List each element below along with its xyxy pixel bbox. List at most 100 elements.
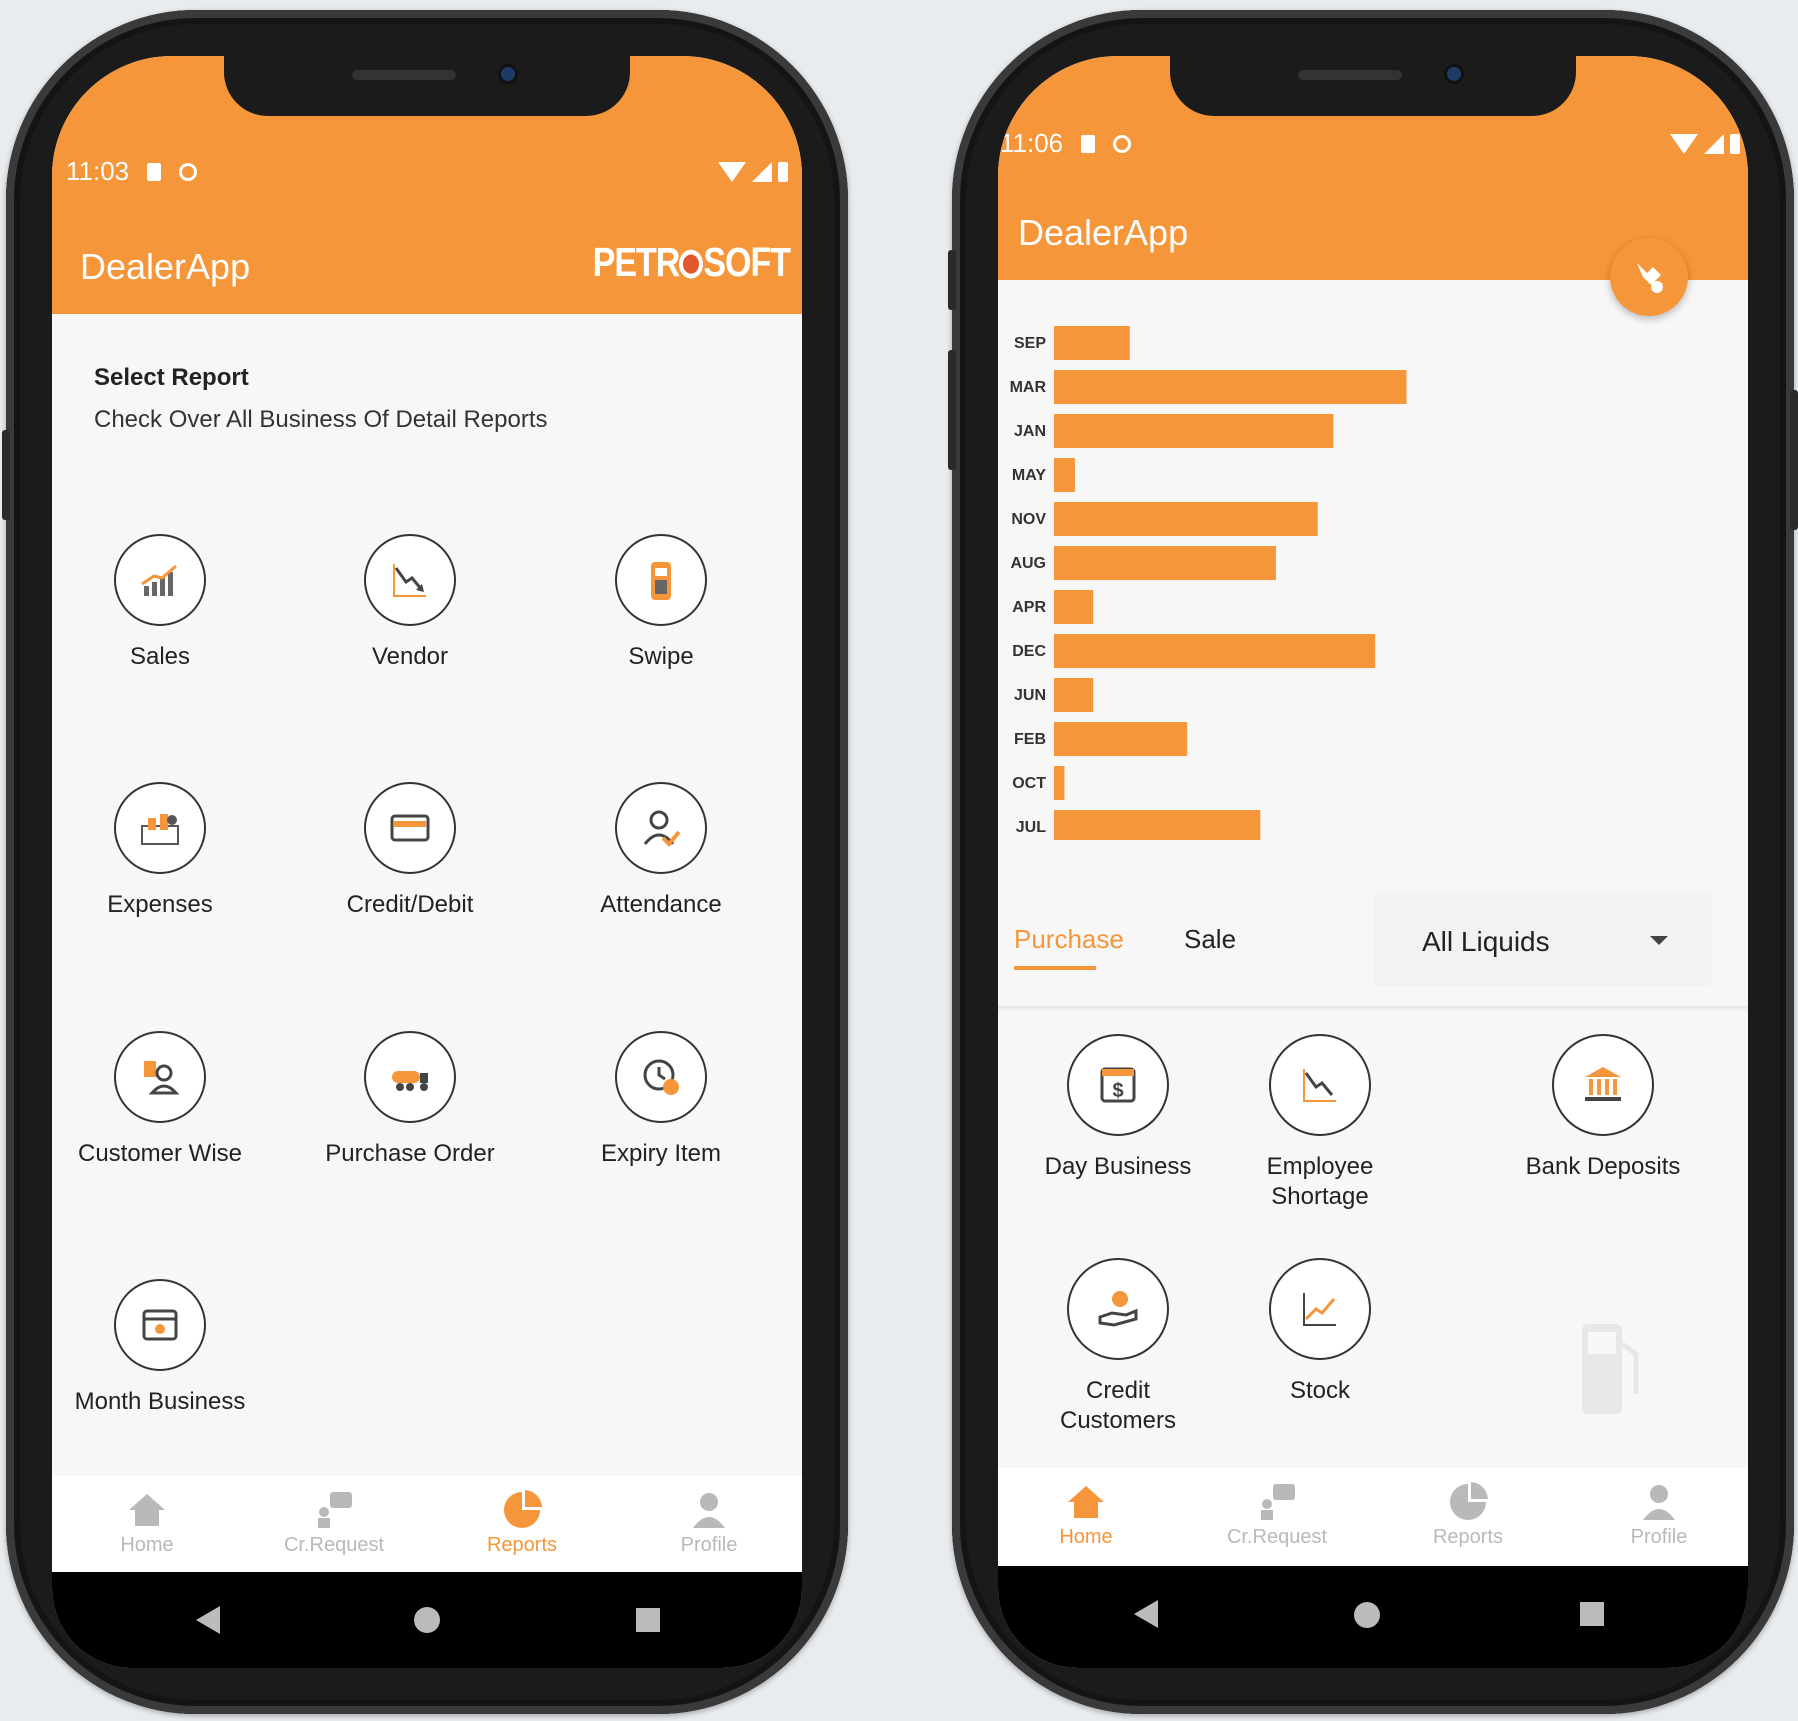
sim-icon bbox=[147, 162, 162, 181]
bar-jun[interactable] bbox=[1054, 678, 1094, 712]
report-purchase-order[interactable]: Purchase Order bbox=[290, 1031, 530, 1169]
bottom-navigation: Home Cr.Request Reports Profile bbox=[998, 1468, 1748, 1566]
right-phone-frame: 11:06 DealerApp SEP MAR JAN MAY NOV AUG APR DEC… bbox=[948, 10, 1798, 1714]
vendor-trend-icon bbox=[393, 564, 426, 597]
tile-credit-customers[interactable]: Credit Customers bbox=[1050, 1258, 1186, 1436]
report-expenses[interactable]: Expenses bbox=[52, 782, 280, 920]
status-bar: 11:03 bbox=[66, 156, 198, 187]
bar-sep[interactable] bbox=[1054, 326, 1130, 360]
recent-apps-icon[interactable] bbox=[1580, 1602, 1604, 1626]
back-icon[interactable] bbox=[196, 1606, 220, 1634]
tile-employee-shortage[interactable]: Employee Shortage bbox=[1240, 1034, 1400, 1212]
nav-reports[interactable]: Reports bbox=[1388, 1480, 1548, 1549]
bar-may[interactable] bbox=[1054, 458, 1075, 492]
person-icon bbox=[693, 1493, 725, 1528]
status-icons bbox=[718, 162, 788, 182]
nav-label: Reports bbox=[486, 1534, 558, 1556]
report-expiry-item[interactable]: Expiry Item bbox=[541, 1031, 781, 1169]
home-circle-icon[interactable] bbox=[414, 1607, 440, 1633]
bar-apr[interactable] bbox=[1054, 590, 1094, 624]
tile-stock[interactable]: Stock bbox=[1240, 1258, 1400, 1406]
divider bbox=[998, 1006, 1748, 1012]
chart-canvas: SEPMARJANMAYNOVAUGAPRDECJUNFEBOCTJUL320,… bbox=[1010, 326, 1407, 840]
sync-icon bbox=[179, 162, 198, 181]
category-label: MAR bbox=[1010, 379, 1047, 396]
category-label: SEP bbox=[1014, 335, 1046, 352]
customer-icon bbox=[144, 1061, 180, 1095]
bar-nov[interactable] bbox=[1054, 502, 1318, 536]
card-machine-icon bbox=[651, 562, 671, 600]
sales-chart-icon bbox=[141, 564, 177, 596]
bar-aug[interactable] bbox=[1054, 546, 1276, 580]
tile-bank-deposits[interactable]: Bank Deposits bbox=[1483, 1034, 1723, 1182]
sync-icon bbox=[1113, 134, 1132, 153]
category-label: AUG bbox=[1010, 555, 1046, 572]
purchase-bar-chart: SEPMARJANMAYNOVAUGAPRDECJUNFEBOCTJUL320,… bbox=[998, 310, 1748, 840]
system-nav-bar bbox=[998, 1566, 1748, 1668]
nav-label: Profile bbox=[680, 1534, 738, 1556]
expenses-icon bbox=[141, 814, 179, 845]
report-customer-wise[interactable]: Customer Wise bbox=[52, 1031, 280, 1169]
bar-dec[interactable] bbox=[1054, 634, 1376, 668]
signal-icon bbox=[1704, 134, 1724, 154]
report-label: Swipe bbox=[628, 643, 694, 670]
liquid-type-dropdown[interactable]: All Liquids bbox=[1374, 892, 1712, 986]
nav-label: Home bbox=[120, 1534, 174, 1556]
chevron-down-icon bbox=[1650, 936, 1668, 945]
wifi-icon bbox=[1670, 134, 1698, 154]
phone-side-button bbox=[948, 250, 956, 310]
status-time: 11:03 bbox=[66, 156, 130, 186]
nav-home[interactable]: Home bbox=[67, 1488, 227, 1557]
category-label: APR bbox=[1012, 599, 1046, 616]
tab-purchase[interactable]: Purchase bbox=[1014, 924, 1124, 955]
chat-person-icon bbox=[1261, 1484, 1295, 1520]
category-label: FEB bbox=[1014, 731, 1046, 748]
report-attendance[interactable]: Attendance bbox=[541, 782, 781, 920]
rising-trend-icon bbox=[1303, 1293, 1336, 1326]
bottom-navigation: Home Cr.Request Reports Profile bbox=[52, 1476, 802, 1572]
svg-text:$: $ bbox=[1112, 1080, 1123, 1102]
nav-label: Cr.Request bbox=[1226, 1526, 1328, 1548]
dropdown-value: All Liquids bbox=[1422, 926, 1550, 957]
nav-cr-request[interactable]: Cr.Request bbox=[254, 1488, 414, 1557]
fuel-nozzle-button[interactable] bbox=[1610, 238, 1688, 316]
category-label: NOV bbox=[1011, 511, 1046, 528]
tile-label: Stock bbox=[1289, 1377, 1351, 1404]
bar-feb[interactable] bbox=[1054, 722, 1188, 756]
nav-cr-request[interactable]: Cr.Request bbox=[1197, 1480, 1357, 1549]
recent-apps-icon[interactable] bbox=[636, 1608, 660, 1632]
bar-jul[interactable] bbox=[1054, 810, 1261, 840]
nav-reports[interactable]: Reports bbox=[442, 1488, 602, 1557]
nav-label: Profile bbox=[1630, 1526, 1688, 1548]
status-icons bbox=[1670, 134, 1740, 154]
tile-label: Bank Deposits bbox=[1525, 1153, 1681, 1180]
bar-oct[interactable] bbox=[1054, 766, 1065, 800]
nav-profile[interactable]: Profile bbox=[1579, 1480, 1739, 1549]
report-month-business[interactable]: Month Business bbox=[52, 1279, 280, 1417]
report-label: Expenses bbox=[107, 891, 213, 918]
nav-home[interactable]: Home bbox=[1006, 1480, 1166, 1549]
category-label: JAN bbox=[1014, 423, 1046, 440]
fuel-pump-watermark-icon bbox=[1576, 1314, 1646, 1424]
app-title: DealerApp bbox=[1018, 212, 1189, 253]
tab-sale[interactable]: Sale bbox=[1184, 924, 1236, 955]
nav-profile[interactable]: Profile bbox=[629, 1488, 789, 1557]
bar-mar[interactable] bbox=[1054, 370, 1407, 404]
tile-day-business[interactable]: $ Day Business bbox=[998, 1034, 1238, 1182]
nav-label: Cr.Request bbox=[283, 1534, 385, 1556]
report-label: Credit/Debit bbox=[346, 891, 474, 918]
fuel-nozzle-icon bbox=[1637, 263, 1663, 293]
bar-jan[interactable] bbox=[1054, 414, 1334, 448]
report-credit-debit[interactable]: Credit/Debit bbox=[290, 782, 530, 920]
tile-label: Credit Customers bbox=[1059, 1377, 1177, 1434]
logo-text: SOFT bbox=[703, 240, 791, 286]
back-icon[interactable] bbox=[1134, 1600, 1158, 1628]
report-vendor[interactable]: Vendor bbox=[290, 534, 530, 672]
report-label: Customer Wise bbox=[77, 1140, 243, 1167]
pie-chart-icon bbox=[1450, 1482, 1488, 1520]
report-sales[interactable]: Sales bbox=[52, 534, 280, 672]
bank-icon bbox=[1585, 1067, 1621, 1101]
tile-label: Day Business bbox=[1044, 1153, 1192, 1180]
home-circle-icon[interactable] bbox=[1354, 1602, 1380, 1628]
report-swipe[interactable]: Swipe bbox=[541, 534, 781, 672]
